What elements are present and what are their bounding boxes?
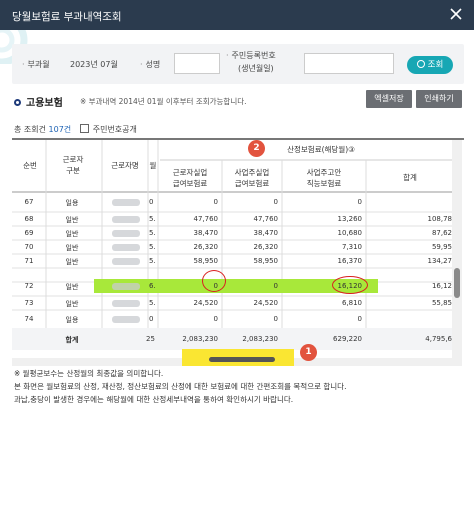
search-panel: · 부과월 2023년 07월 · 성명 · 주민등록번호 (생년월일) 조회 xyxy=(12,44,464,84)
masked-name xyxy=(112,316,140,323)
masked-name xyxy=(112,244,140,251)
bullet-icon xyxy=(14,99,21,106)
vertical-scroll-thumb[interactable] xyxy=(454,268,460,298)
badge-1: 1 xyxy=(300,344,317,361)
masked-name xyxy=(112,216,140,223)
excel-save-button[interactable]: 엑셀저장 xyxy=(366,90,412,108)
header-group-calc-premium: 산정보험료(해당월)③ xyxy=(287,145,355,154)
search-button[interactable]: 조회 xyxy=(407,56,453,74)
badge-2: 2 xyxy=(248,140,265,157)
window-title: 당월보험료 부과내역조회 xyxy=(12,11,122,23)
close-icon[interactable] xyxy=(448,6,464,22)
section-title: 고용보험 xyxy=(14,94,63,109)
header-worker-type[interactable]: 근로자 구분 xyxy=(50,154,96,176)
result-count-value: 107건 xyxy=(48,125,72,134)
masked-name xyxy=(112,199,140,206)
period-label: · 부과월 xyxy=(22,60,50,69)
header-total: 합계 xyxy=(403,173,417,182)
horizontal-scroll-thumb[interactable] xyxy=(209,357,275,362)
print-button[interactable]: 인쇄하기 xyxy=(416,90,462,108)
window-titlebar: 당월보험료 부과내역조회 xyxy=(0,0,474,30)
footnote-1: ※ 월평균보수는 산정월의 최종값을 의미합니다. xyxy=(14,369,164,378)
rrn-label: · 주민등록번호 xyxy=(226,51,276,60)
header-worker-unemployment[interactable]: 근로자실업 급여보험료 xyxy=(160,167,220,189)
header-month: 월 xyxy=(149,161,157,170)
period-value: 2023년 07월 xyxy=(70,60,118,69)
annotation-circle-stability-value xyxy=(332,276,368,294)
result-count: 총 조회건 107건 주민번호공개 xyxy=(14,124,137,134)
assessment-table: 순번 근로자 구분 근로자명 월 산정보험료(해당월)③ 근로자실업 급여보험료 사… xyxy=(12,138,464,366)
vertical-scrollbar[interactable] xyxy=(452,140,462,366)
header-seq: 순번 xyxy=(23,161,37,170)
search-icon xyxy=(416,60,425,68)
masked-name xyxy=(112,230,140,237)
section-note: ※ 부과내역 2014년 01월 이후부터 조회가능합니다. xyxy=(80,97,247,106)
masked-name xyxy=(112,283,140,290)
footnote-3: 과납,충당이 발생한 경우에는 해당월에 대한 산정세부내역을 통하여 확인하시… xyxy=(14,395,294,404)
header-employer-stability[interactable]: 사업주고안 직능보험료 xyxy=(284,167,364,189)
totals-row: 합계 25 2,083,230 2,083,230 629,220 4,795,… xyxy=(12,328,452,350)
name-input[interactable] xyxy=(174,53,220,74)
annotation-circle-worker-value xyxy=(202,270,226,292)
masked-name xyxy=(112,258,140,265)
rrn-public-label: 주민번호공개 xyxy=(92,125,137,134)
header-worker-name[interactable]: 근로자명 xyxy=(104,160,146,171)
rrn-public-checkbox[interactable] xyxy=(79,124,89,133)
rrn-input[interactable] xyxy=(304,53,394,74)
header-employer-unemployment[interactable]: 사업주실업 급여보험료 xyxy=(222,167,282,189)
footnote-2: 본 화면은 월보험료의 산정, 재산정, 정산보험료의 산정에 대한 보험료에 … xyxy=(14,382,347,391)
masked-name xyxy=(112,300,140,307)
name-label: · 성명 xyxy=(140,60,161,69)
rrn-label-sub: (생년월일) xyxy=(238,64,274,73)
